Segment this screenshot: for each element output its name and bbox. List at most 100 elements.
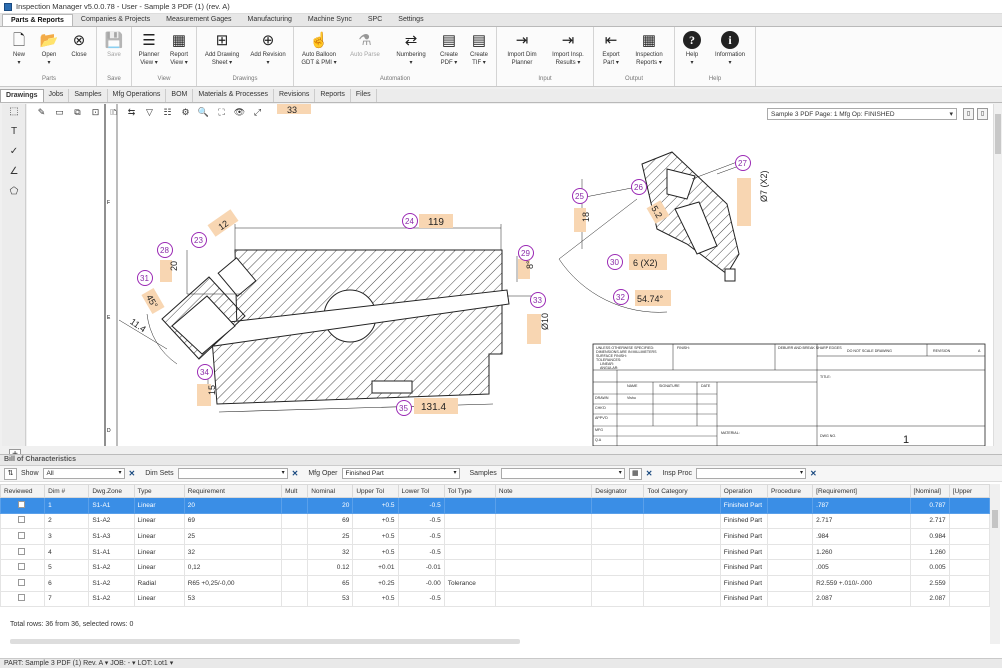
drawing-vertical-scrollbar[interactable] <box>993 104 1002 446</box>
col-operation[interactable]: Operation <box>719 484 768 498</box>
col-reviewed[interactable]: Reviewed <box>0 484 46 498</box>
reviewed-checkbox[interactable] <box>18 547 25 555</box>
check-tool-icon[interactable]: ✓ <box>6 146 22 160</box>
balloon-33[interactable]: 33 <box>530 292 546 308</box>
export-part-button[interactable]: ⇤ Export Part ▾ <box>596 27 626 76</box>
tab-drawings[interactable]: Drawings <box>0 89 44 102</box>
tab-bom[interactable]: BOM <box>166 89 194 102</box>
open-button[interactable]: 📂 Open ▾ <box>34 27 64 76</box>
select-tool-icon[interactable]: ⬚ <box>6 106 22 120</box>
col-procedure[interactable]: Procedure <box>766 484 814 498</box>
sort-icon[interactable]: ⇅ <box>4 467 17 480</box>
clear-filter-icon[interactable]: ✕ <box>129 469 136 478</box>
scroll-thumb[interactable] <box>995 114 1001 154</box>
help-button[interactable]: ? Help ▾ <box>677 27 707 76</box>
tab-materials-processes[interactable]: Materials & Processes <box>193 89 274 102</box>
balloon-34[interactable]: 34 <box>197 364 213 380</box>
balloon-32[interactable]: 32 <box>613 289 629 305</box>
tab-files[interactable]: Files <box>351 89 377 102</box>
clear-filter-icon[interactable]: ✕ <box>810 469 817 478</box>
col-alt-upper[interactable]: [Upper <box>948 484 991 498</box>
dimsets-select[interactable]: ▾ <box>177 468 288 479</box>
tab-manufacturing[interactable]: Manufacturing <box>240 14 300 26</box>
reviewed-checkbox[interactable] <box>18 500 25 508</box>
balloon-23[interactable]: 23 <box>191 232 207 248</box>
tab-jobs[interactable]: Jobs <box>44 89 70 102</box>
grid-horizontal-scrollbar[interactable] <box>10 639 520 644</box>
tab-mfg-operations[interactable]: Mfg Operations <box>108 89 167 102</box>
reviewed-checkbox[interactable] <box>18 531 25 539</box>
tab-measurement-gages[interactable]: Measurement Gages <box>158 14 239 26</box>
numbering-button[interactable]: ⇄ Numbering ▾ <box>388 27 434 76</box>
create-pdf-button[interactable]: ▤ Create PDF ▾ <box>434 27 464 76</box>
planner-view-button[interactable]: ☰ Planner View ▾ <box>134 27 164 76</box>
show-select[interactable]: All ▾ <box>42 468 125 479</box>
text-tool-icon[interactable]: T <box>6 126 22 140</box>
col-upper-tol[interactable]: Upper Tol <box>352 484 399 498</box>
col-requirement[interactable]: Requirement <box>183 484 283 498</box>
col-lower-tol[interactable]: Lower Tol <box>397 484 445 498</box>
balloon-26[interactable]: 26 <box>631 179 647 195</box>
tab-reports[interactable]: Reports <box>315 89 351 102</box>
balloon-27[interactable]: 27 <box>735 155 751 171</box>
col-dim-number[interactable]: Dim # <box>44 484 90 498</box>
col-dwg-zone[interactable]: Dwg.Zone <box>88 484 135 498</box>
calendar-icon[interactable]: ▦ <box>628 467 642 480</box>
tab-samples[interactable]: Samples <box>69 89 108 102</box>
table-row[interactable]: 2 S1-A2 Linear 69 69 +0.5 -0.5 Finished Part 2… <box>0 512 991 530</box>
col-note[interactable]: Note <box>494 484 593 498</box>
mfgoper-select[interactable]: Finished Part ▾ <box>341 468 460 479</box>
col-designator[interactable]: Designator <box>591 484 645 498</box>
balloon-25[interactable]: 25 <box>572 188 588 204</box>
balloon-30[interactable]: 30 <box>607 254 623 270</box>
angle-tool-icon[interactable]: ∠ <box>6 166 22 180</box>
scroll-thumb[interactable] <box>992 510 998 528</box>
col-nominal[interactable]: Nominal <box>307 484 354 498</box>
create-tif-button[interactable]: ▤ Create TIF ▾ <box>464 27 494 76</box>
reviewed-checkbox[interactable] <box>18 578 25 586</box>
shape-tool-icon[interactable]: ⬠ <box>6 186 22 200</box>
clear-filter-icon[interactable]: ✕ <box>292 469 299 478</box>
col-tool-category[interactable]: Tool Category <box>643 484 721 498</box>
table-row[interactable]: 4 S1-A1 Linear 32 32 +0.5 -0.5 Finished Part 1… <box>0 543 991 561</box>
table-row[interactable]: 6 S1-A2 Radial R65 +0,25/-0,00 65 +0.25 -0.00… <box>0 574 991 592</box>
table-row[interactable]: 7 S1-A2 Linear 53 53 +0.5 -0.5 Finished Part 2… <box>0 590 991 608</box>
new-button[interactable]: 🗋 New ▾ <box>4 27 34 76</box>
auto-parse-button[interactable]: ⚗ Auto Parse <box>342 27 388 76</box>
table-row[interactable]: 5 S1-A2 Linear 0,12 0.12 +0.01 -0.01 Finished… <box>0 559 991 576</box>
tab-parts-reports[interactable]: Parts & Reports <box>2 14 73 26</box>
col-tol-type[interactable]: Tol Type <box>443 484 496 498</box>
report-view-button[interactable]: ▦ Report View ▾ <box>164 27 194 76</box>
auto-balloon-button[interactable]: ☝ Auto Balloon GDT & PMI ▾ <box>296 27 342 76</box>
clear-filter-icon[interactable]: ✕ <box>646 469 653 478</box>
add-revision-button[interactable]: ⊕ Add Revision ▾ <box>245 27 291 76</box>
reviewed-checkbox[interactable] <box>18 594 25 602</box>
balloon-35[interactable]: 35 <box>396 400 412 416</box>
balloon-28[interactable]: 28 <box>157 242 173 258</box>
reviewed-checkbox[interactable] <box>18 563 25 571</box>
close-button[interactable]: ⊗ Close <box>64 27 94 76</box>
save-button[interactable]: 💾 Save <box>99 27 129 76</box>
tab-spc[interactable]: SPC <box>360 14 390 26</box>
table-row[interactable]: 1 S1-A1 Linear 20 20 +0.5 -0.5 Finished Part.… <box>0 497 991 514</box>
col-alt-nominal[interactable]: [Nominal] <box>909 484 950 498</box>
tab-settings[interactable]: Settings <box>390 14 431 26</box>
col-type[interactable]: Type <box>133 484 185 498</box>
grid-vertical-scrollbar[interactable] <box>990 484 1000 644</box>
tab-companies-projects[interactable]: Companies & Projects <box>73 14 158 26</box>
col-mult[interactable]: Mult <box>281 484 309 498</box>
inspproc-select[interactable]: ▾ <box>696 468 807 479</box>
samples-select[interactable]: ▾ <box>500 468 625 479</box>
inspection-reports-button[interactable]: ▦ Inspection Reports ▾ <box>626 27 672 76</box>
tab-machine-sync[interactable]: Machine Sync <box>300 14 360 26</box>
reviewed-checkbox[interactable] <box>18 516 25 524</box>
tab-revisions[interactable]: Revisions <box>274 89 316 102</box>
balloon-24[interactable]: 24 <box>402 213 418 229</box>
add-drawing-sheet-button[interactable]: ⊞ Add Drawing Sheet ▾ <box>199 27 245 76</box>
status-bar[interactable]: PART: Sample 3 PDF (1) Rev. A ▾ JOB: - ▾… <box>0 658 1002 668</box>
balloon-31[interactable]: 31 <box>137 270 153 286</box>
import-dim-planner-button[interactable]: ⇥ Import Dim Planner <box>499 27 545 76</box>
import-insp-results-button[interactable]: ⇥ Import Insp. Results ▾ <box>545 27 591 76</box>
balloon-29[interactable]: 29 <box>518 245 534 261</box>
information-button[interactable]: i Information ▾ <box>707 27 753 76</box>
